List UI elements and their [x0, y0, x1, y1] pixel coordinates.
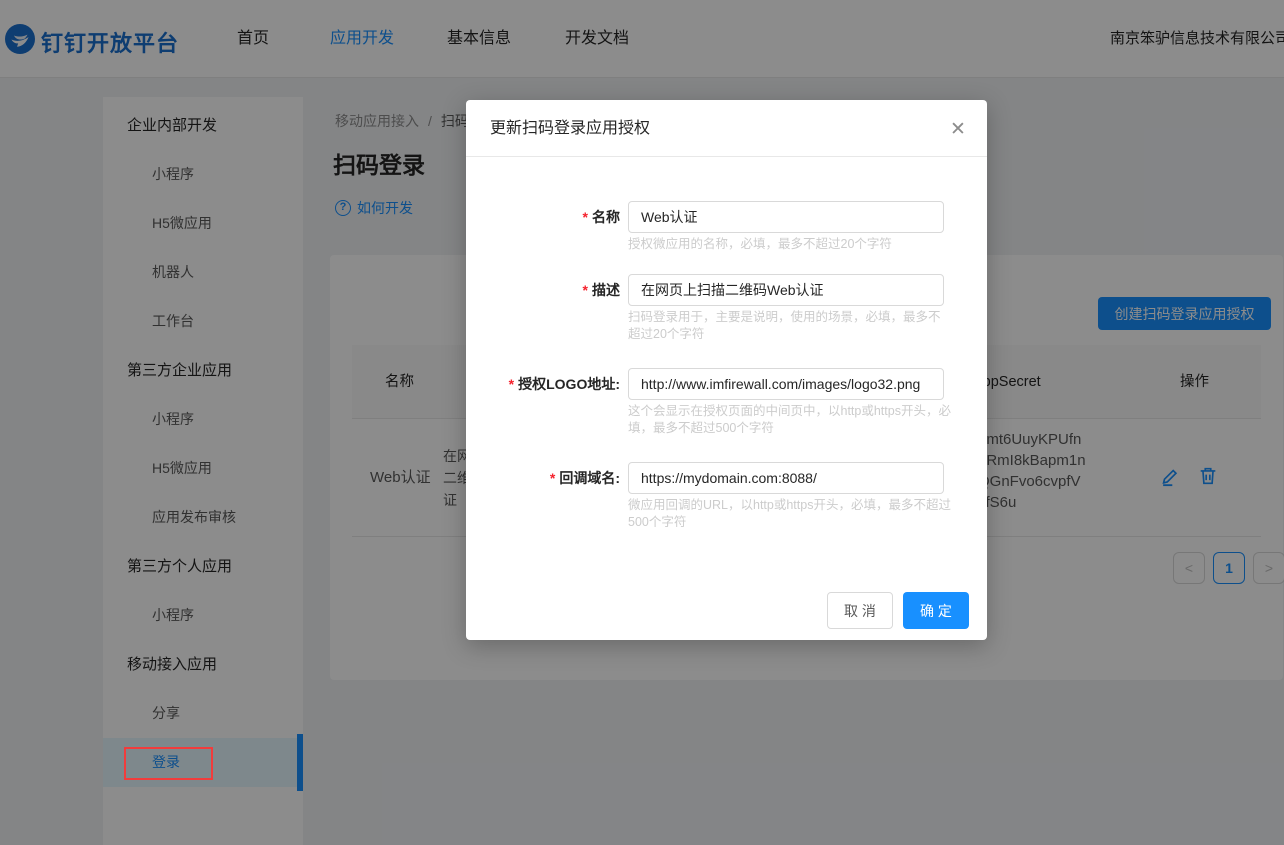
confirm-button[interactable]: 确 定 [903, 592, 969, 629]
required-asterisk: * [550, 470, 555, 486]
close-icon[interactable]: ✕ [943, 114, 973, 144]
name-field-label: *名称 [466, 201, 620, 233]
modal-header: 更新扫码登录应用授权 ✕ [466, 100, 987, 157]
logo-url-field-label: *授权LOGO地址: [466, 368, 620, 400]
callback-domain-field-label: *回调域名: [466, 462, 620, 494]
callback-domain-field[interactable] [628, 462, 944, 494]
update-qr-login-auth-modal: 更新扫码登录应用授权 ✕ *名称 授权微应用的名称，必填，最多不超过20个字符 … [466, 100, 987, 640]
name-field[interactable] [628, 201, 944, 233]
cancel-button[interactable]: 取 消 [827, 592, 893, 629]
dingtalk-open-platform-page: 钉钉开放平台 首页 应用开发 基本信息 开发文档 南京笨驴信息技术有限公司 企业… [0, 0, 1284, 845]
required-asterisk: * [509, 376, 514, 392]
logo-url-field-helper: 这个会显示在授权页面的中间页中，以http或https开头，必填，最多不超过50… [628, 403, 952, 437]
required-asterisk: * [583, 209, 588, 225]
modal-title: 更新扫码登录应用授权 [490, 100, 650, 157]
name-field-helper: 授权微应用的名称，必填，最多不超过20个字符 [628, 236, 952, 253]
description-field-label: *描述 [466, 274, 620, 306]
description-field-helper: 扫码登录用于，主要是说明，使用的场景，必填，最多不超过20个字符 [628, 309, 952, 343]
annotation-highlight-box [124, 747, 213, 780]
description-field[interactable] [628, 274, 944, 306]
callback-domain-field-helper: 微应用回调的URL，以http或https开头，必填，最多不超过500个字符 [628, 497, 952, 531]
logo-url-field[interactable] [628, 368, 944, 400]
required-asterisk: * [583, 282, 588, 298]
